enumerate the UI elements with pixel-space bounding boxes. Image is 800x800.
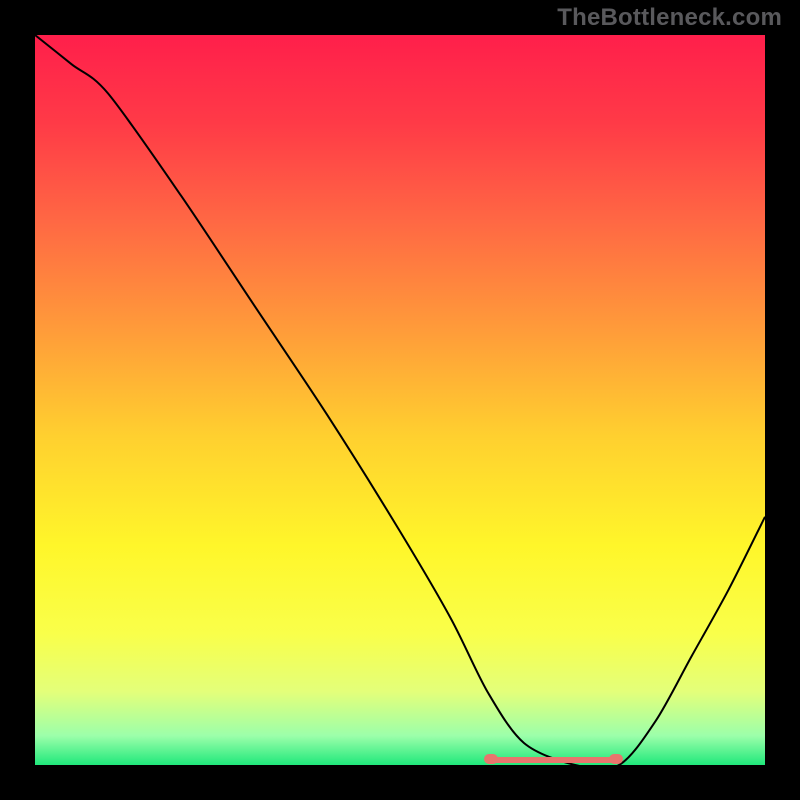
watermark-text: TheBottleneck.com xyxy=(557,4,782,32)
chart-area xyxy=(35,35,765,765)
stage: TheBottleneck.com xyxy=(0,0,800,800)
bottleneck-curve xyxy=(35,35,765,765)
highlight-segment xyxy=(492,757,615,763)
curve-path xyxy=(35,35,765,765)
highlight-end-right xyxy=(609,754,623,764)
